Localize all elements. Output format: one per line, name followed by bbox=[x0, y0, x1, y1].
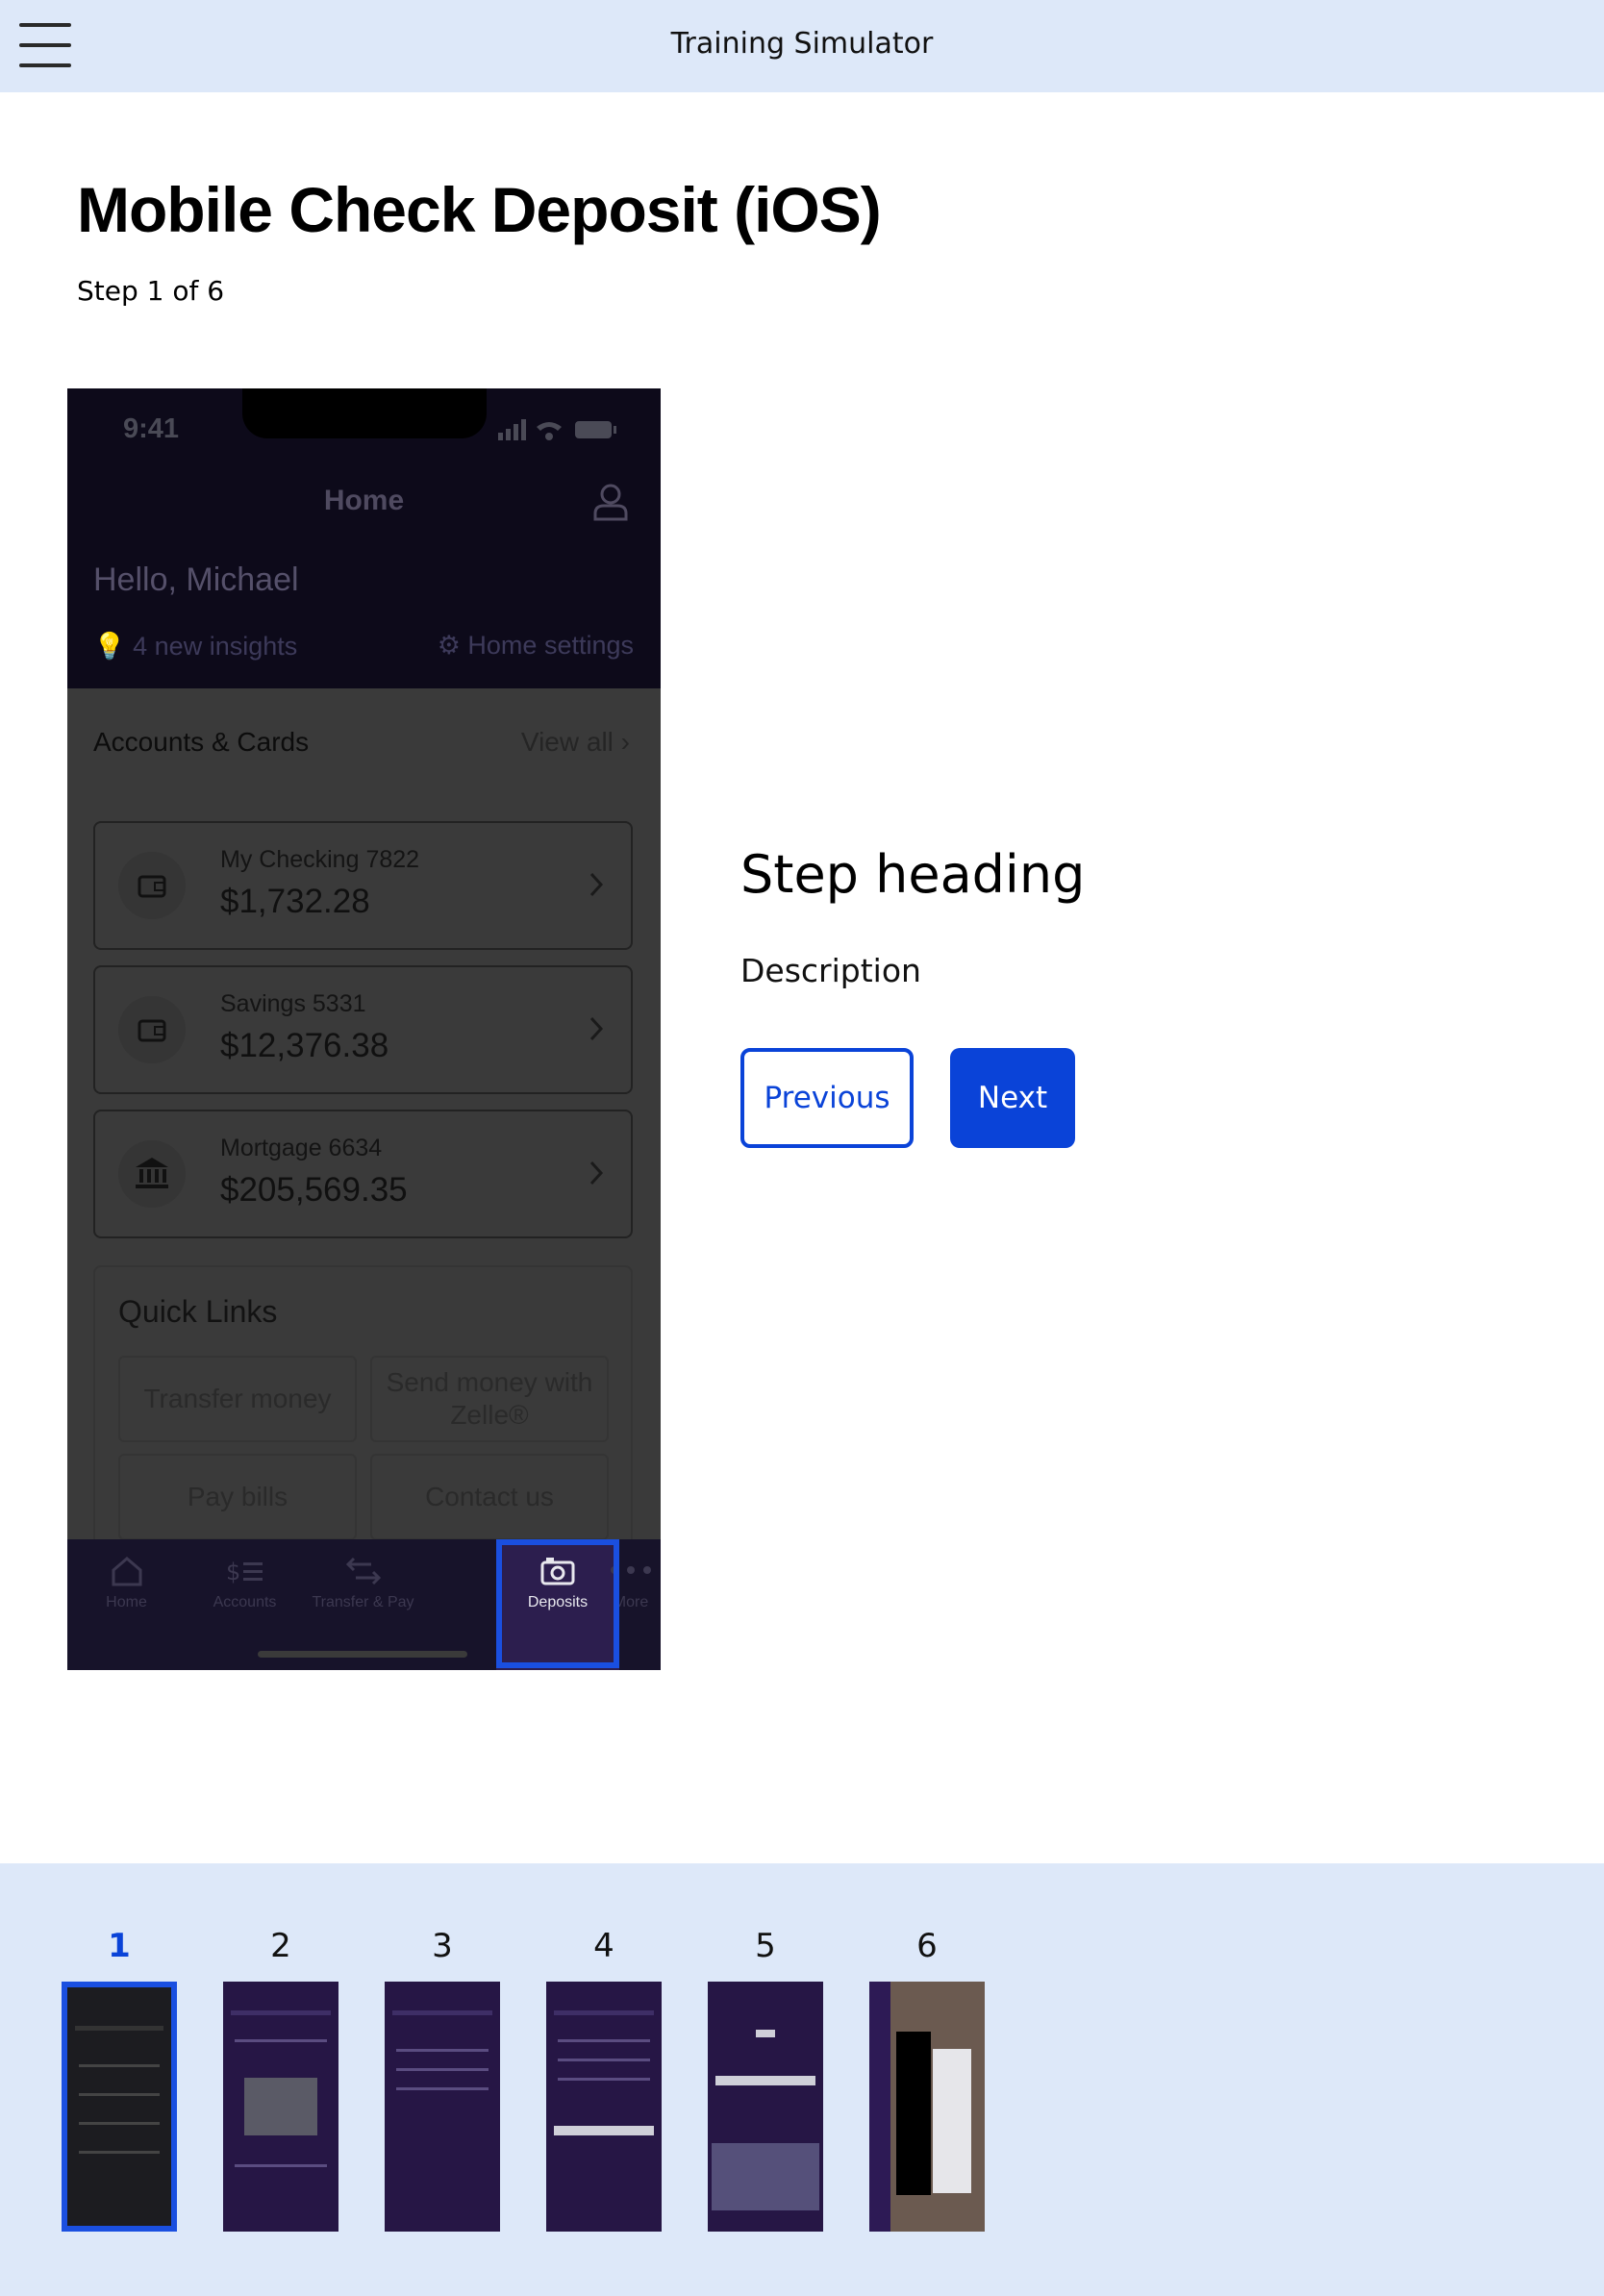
account-name: My Checking 7822 bbox=[220, 846, 420, 873]
step-number[interactable]: 2 bbox=[223, 1927, 338, 1965]
step-thumbnail[interactable] bbox=[385, 1982, 500, 2232]
chevron-right-icon bbox=[589, 872, 604, 897]
gear-icon: ⚙ bbox=[437, 631, 461, 660]
step-thumbnail[interactable] bbox=[546, 1982, 662, 2232]
step-thumbnail[interactable] bbox=[62, 1982, 177, 2232]
phone-screenshot: 9:41 Home Hello, Michael 💡 4 new insight… bbox=[67, 388, 661, 1670]
previous-button[interactable]: Previous bbox=[740, 1048, 914, 1148]
account-card: My Checking 7822 $1,732.28 bbox=[93, 821, 633, 950]
phone-header: 9:41 Home Hello, Michael 💡 4 new insight… bbox=[67, 388, 661, 688]
home-indicator bbox=[258, 1651, 467, 1658]
accounts-section-title: Accounts & Cards bbox=[93, 727, 310, 757]
quick-link-transfer: Transfer money bbox=[118, 1356, 357, 1442]
account-card: Mortgage 6634 $205,569.35 bbox=[93, 1110, 633, 1238]
account-balance: $205,569.35 bbox=[220, 1171, 408, 1209]
more-icon bbox=[611, 1566, 651, 1574]
quick-links-card: Quick Links Transfer money Send money wi… bbox=[93, 1265, 633, 1554]
tab-label: Home bbox=[106, 1594, 147, 1610]
account-balance: $12,376.38 bbox=[220, 1027, 389, 1064]
quick-link-pay-bills: Pay bills bbox=[118, 1454, 357, 1540]
status-time: 9:41 bbox=[123, 413, 180, 444]
phone-notch bbox=[242, 388, 487, 438]
step-number[interactable]: 3 bbox=[385, 1927, 500, 1965]
view-all-label: View all bbox=[520, 727, 614, 757]
chevron-right-icon: › bbox=[620, 727, 630, 757]
tab-label: Accounts bbox=[213, 1594, 277, 1610]
step-number[interactable]: 1 bbox=[62, 1927, 177, 1965]
step-number[interactable]: 5 bbox=[708, 1927, 823, 1965]
quick-link-zelle: Send money with Zelle® bbox=[370, 1356, 609, 1442]
step-heading: Step heading bbox=[740, 844, 1086, 905]
phone-body-dimmed: Accounts & Cards View all › My Checking … bbox=[67, 688, 661, 1554]
tab-label: Transfer & Pay bbox=[312, 1594, 414, 1610]
camera-icon bbox=[540, 1558, 575, 1585]
tab-more: More bbox=[601, 1539, 661, 1670]
account-card: Savings 5331 $12,376.38 bbox=[93, 965, 633, 1094]
home-settings-label: Home settings bbox=[467, 631, 634, 660]
chevron-right-icon bbox=[589, 1160, 604, 1185]
wallet-icon bbox=[118, 996, 186, 1063]
step-thumbnail[interactable] bbox=[708, 1982, 823, 2232]
profile-icon bbox=[593, 484, 628, 521]
account-name: Savings 5331 bbox=[220, 990, 366, 1017]
page-title: Mobile Check Deposit (iOS) bbox=[77, 174, 882, 245]
status-icons bbox=[498, 419, 616, 440]
chevron-right-icon bbox=[589, 1016, 604, 1041]
account-balance: $1,732.28 bbox=[220, 883, 370, 920]
phone-home-title: Home bbox=[323, 485, 405, 516]
tab-label: More bbox=[613, 1594, 649, 1610]
transfer-icon bbox=[345, 1557, 381, 1585]
quick-link-contact: Contact us bbox=[370, 1454, 609, 1540]
greeting: Hello, Michael bbox=[93, 562, 299, 598]
app-title: Training Simulator bbox=[670, 27, 934, 61]
accounts-icon: $ bbox=[226, 1559, 263, 1585]
home-icon bbox=[112, 1557, 141, 1586]
step-thumbnail[interactable] bbox=[869, 1982, 985, 2232]
insights-label: 4 new insights bbox=[133, 632, 298, 661]
top-bar: Training Simulator bbox=[0, 0, 1604, 92]
step-filmstrip: 1 2 3 4 5 6 bbox=[0, 1863, 1604, 2296]
step-counter: Step 1 of 6 bbox=[77, 275, 225, 307]
svg-text:$: $ bbox=[226, 1559, 240, 1585]
bank-icon bbox=[118, 1140, 186, 1208]
tab-home: Home bbox=[67, 1539, 186, 1670]
quick-links-title: Quick Links bbox=[118, 1294, 278, 1329]
account-name: Mortgage 6634 bbox=[220, 1135, 383, 1161]
view-all-link: View all › bbox=[521, 727, 630, 758]
step-number[interactable]: 4 bbox=[546, 1927, 662, 1965]
insights-link: 💡 4 new insights bbox=[93, 631, 297, 661]
next-button[interactable]: Next bbox=[950, 1048, 1075, 1148]
step-description: Description bbox=[740, 952, 921, 989]
lightbulb-icon: 💡 bbox=[93, 632, 126, 661]
step-thumbnail[interactable] bbox=[223, 1982, 338, 2232]
wallet-icon bbox=[118, 852, 186, 919]
home-settings-link: ⚙ Home settings bbox=[438, 631, 634, 661]
step-number[interactable]: 6 bbox=[869, 1927, 985, 1965]
